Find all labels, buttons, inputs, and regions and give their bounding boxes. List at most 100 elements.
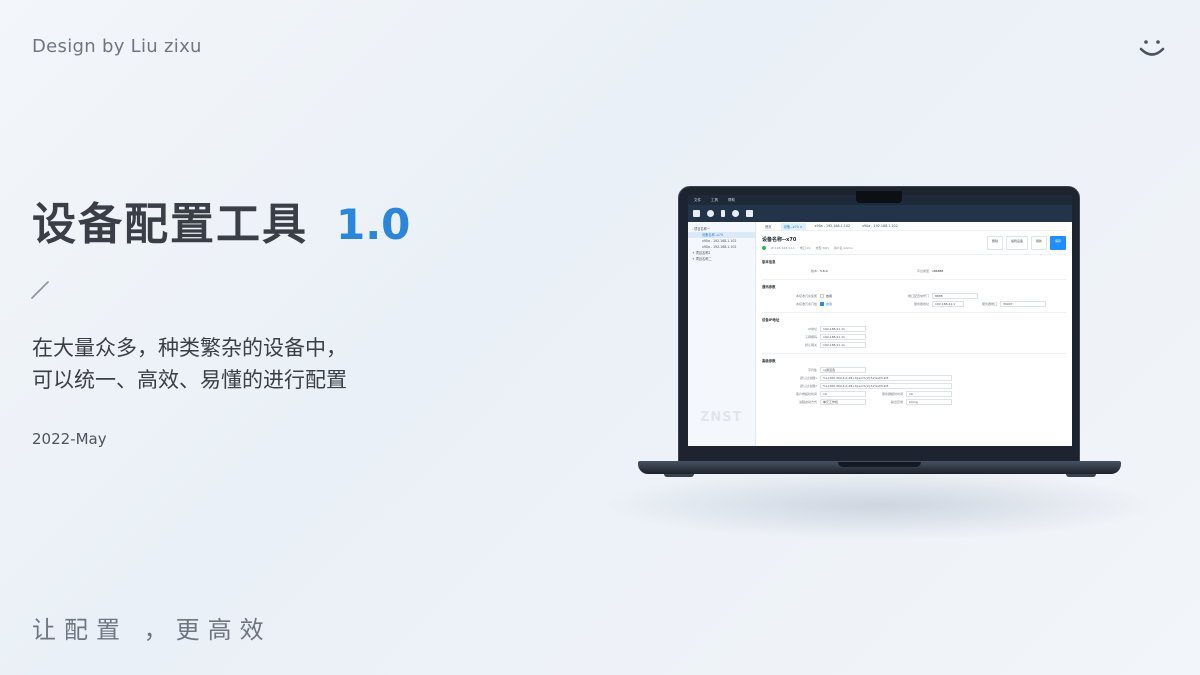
field-label: 默认网关 (804, 343, 817, 347)
checkbox-field[interactable]: 启用 (820, 302, 874, 306)
hero-date: 2022-May (32, 430, 107, 448)
main-content: 首页 设备--x70 × x90a - 192.168.1.102 x90a -… (756, 222, 1072, 446)
device-meta: IP:192.168.1.11 端口:22 类型:SSH 用户名:admin (762, 246, 853, 250)
device-tree-sidebar: - 项目名称一 设备名称--x70 x90a - 192.168.1.102 x… (688, 222, 756, 446)
charset-select[interactable]: 以通道选 (820, 367, 866, 373)
field-label: 服务器端口 (981, 302, 997, 306)
tab-device-x70[interactable]: 设备--x70 × (780, 222, 806, 230)
field-label: 平台类型 (916, 269, 929, 273)
save-button[interactable]: 保存 (1049, 236, 1066, 250)
client-timeout-select[interactable]: 10 (820, 391, 866, 397)
filter-1-input[interactable]: %s{200,300,4,0,28+9}sm3{2}5x%s4%1f3 (820, 375, 952, 381)
device-port: 端口:22 (799, 246, 811, 250)
clock-icon[interactable] (732, 210, 739, 217)
add-icon[interactable] (707, 210, 714, 217)
form-row: 默认过滤器1 %s{200,300,4,0,28+9}sm3{2}5x%s4%1… (762, 374, 1066, 382)
slash-divider (31, 281, 49, 299)
field-label: 本接收冗余使能 (795, 294, 817, 298)
form-row: 子网掩码 192.168.21.11 (762, 333, 1066, 341)
laptop-foot-right (1066, 474, 1096, 477)
field-label: IP地址 (808, 327, 817, 331)
section-title: 版本信息 (762, 260, 776, 264)
app-body: - 项目名称一 设备名称--x70 x90a - 192.168.1.102 x… (688, 222, 1072, 446)
hero-title: 设备配置工具 (32, 199, 308, 250)
field-label: 服务器地址 (913, 302, 929, 306)
laptop-base-lip (838, 462, 921, 467)
section-version: 版本信息 版本 5.6.0 平台类型 x86888 (762, 254, 1066, 275)
section-comm: 通讯参数 本接收冗余使能 启用 端口配置信号门 8888 本接收冗余门槛 启用 … (762, 279, 1066, 308)
device-type: 类型:SSH (815, 246, 829, 250)
ip-input[interactable]: 192.168.21.11 (820, 326, 866, 332)
laptop-shadow (600, 470, 1160, 540)
platform-value: x86888 (932, 269, 944, 273)
section-title: 设备IP地址 (762, 318, 780, 322)
device-actions: 删除 编辑设备 刷新 保存 (986, 236, 1066, 250)
designer-credit: Design by Liu zixu (32, 36, 202, 57)
menu-item-file[interactable]: 文件 (694, 198, 701, 203)
section-title: 高级参数 (762, 359, 776, 363)
checkbox[interactable] (820, 302, 824, 306)
device-user: 用户名:admin (833, 246, 854, 250)
status-online-icon (762, 246, 766, 250)
server-timeout-select[interactable]: 10 (906, 391, 952, 397)
desc-line-1: 在大量众多，种类繁杂的设备中， (32, 336, 347, 360)
device-header: 设备名称--x70 IP:192.168.1.11 端口:22 类型:SSH 用… (762, 236, 1066, 250)
field-label: 输出目录 (890, 400, 903, 404)
tree-project-3[interactable]: + 项目名称二 (688, 256, 755, 262)
field-label: 默认过滤器2 (800, 384, 817, 388)
server-address-input[interactable]: 192.168.21.1 (932, 301, 964, 307)
field-label: 默认过滤器1 (800, 376, 817, 380)
gateway-input[interactable]: 192.168.21.11 (820, 342, 866, 348)
smile-icon (1139, 40, 1165, 56)
field-label: 子网掩码 (804, 335, 817, 339)
server-port-input[interactable]: 30007 (1000, 301, 1046, 307)
checkbox-label: 启用 (826, 294, 833, 298)
form-row: 客户端超时时间 10 服务器超时时间 10 (762, 390, 1066, 398)
menu-item-tools[interactable]: 工具 (711, 198, 718, 203)
field-label: 字符集 (807, 368, 817, 372)
folder-icon[interactable] (693, 210, 700, 217)
startup-mode-select[interactable]: 单元工作机 (820, 399, 866, 405)
checkbox-field[interactable]: 启用 (820, 294, 874, 298)
laptop-notch (856, 191, 902, 203)
hero-description: 在大量众多，种类繁杂的设备中， 可以统一、高效、易懂的进行配置 (32, 332, 347, 396)
section-ip: 设备IP地址 IP地址 192.168.21.11 子网掩码 192.168.2… (762, 312, 1066, 349)
version-value: 5.6.0 (820, 269, 828, 273)
checkbox-label: 启用 (826, 302, 833, 306)
refresh-button[interactable]: 刷新 (1030, 236, 1047, 250)
netmask-input[interactable]: 192.168.21.11 (820, 334, 866, 340)
field-label: 服务器超时时间 (881, 392, 903, 396)
app-toolbar (688, 205, 1072, 222)
image-icon[interactable] (746, 210, 753, 217)
tab-device-x90a-2[interactable]: x90a - 192.168.1.102 (859, 223, 901, 229)
device-title: 设备名称--x70 (762, 237, 797, 243)
checkbox[interactable] (820, 294, 824, 298)
section-title: 通讯参数 (762, 285, 776, 289)
section-advanced: 高级参数 字符集 以通道选 默认过滤器1 %s{200,300,4,0,28+9… (762, 353, 1066, 406)
output-dir-input[interactable]: string (906, 399, 952, 405)
form-row: 本接收冗余门槛 启用 服务器地址 192.168.21.1 服务器端口 3000… (762, 300, 1066, 308)
hero-version: 1.0 (336, 200, 411, 249)
field-label: 端口配置信号门 (907, 294, 929, 298)
delete-button[interactable]: 删除 (986, 236, 1003, 250)
field-label: 客户端超时时间 (795, 392, 817, 396)
desc-line-2: 可以统一、高效、易懂的进行配置 (32, 368, 347, 392)
menu-item-help[interactable]: 帮助 (728, 198, 735, 203)
laptop-foot-left (664, 474, 694, 477)
form-row: 进程启动方式 单元工作机 输出目录 string (762, 398, 1066, 406)
form-row: 本接收冗余使能 启用 端口配置信号门 8888 (762, 292, 1066, 300)
tab-bar: 首页 设备--x70 × x90a - 192.168.1.102 x90a -… (762, 222, 1066, 231)
tab-home[interactable]: 首页 (762, 223, 775, 230)
upload-icon[interactable] (721, 210, 725, 217)
port-input[interactable]: 8888 (932, 293, 978, 299)
watermark-logo: ZNST (700, 410, 743, 425)
filter-2-input[interactable]: %s{200,300,4,0,28+9}sm3{2}5x%s4%1f3 (820, 383, 952, 389)
device-ip: IP:192.168.1.11 (771, 246, 795, 250)
field-label: 本接收冗余门槛 (795, 302, 817, 306)
slogan: 让配置 ，更高效 (32, 616, 272, 644)
tab-device-x90a[interactable]: x90a - 192.168.1.102 (812, 223, 854, 229)
edit-device-button[interactable]: 编辑设备 (1005, 236, 1028, 250)
form-row: 默认过滤器2 %s{200,300,4,0,28+9}sm3{2}5x%s4%1… (762, 382, 1066, 390)
laptop-screen: 文件 工具 帮助 - 项目名称一 设备名称--x70 x90a - 192.16… (688, 195, 1072, 446)
field-label: 版本 (810, 269, 817, 273)
